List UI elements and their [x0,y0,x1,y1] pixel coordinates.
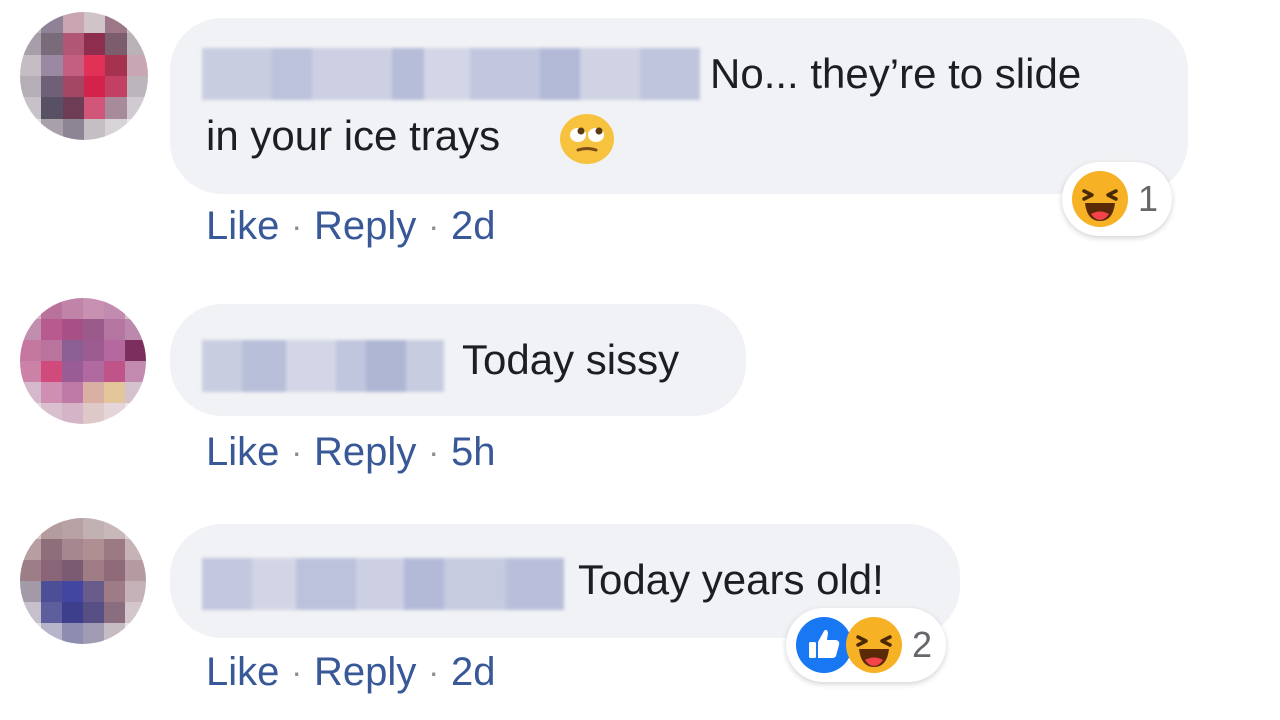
comment-actions: Like · Reply · 2d [206,204,495,249]
reply-link[interactable]: Reply [314,204,416,249]
comment-thread: No... they’re to slide in your ice trays [0,0,1280,720]
face-with-rolling-eyes-icon [560,114,614,164]
avatar[interactable] [20,518,146,644]
timestamp[interactable]: 2d [451,650,496,695]
author-name-redacted[interactable] [202,340,444,392]
separator: · [291,208,303,244]
separator: · [428,208,439,244]
comment-text: Today years old! [578,556,884,603]
comment-actions: Like · Reply · 2d [206,650,495,695]
timestamp[interactable]: 2d [451,204,496,249]
separator: · [428,654,439,690]
reaction-summary[interactable]: 1 [1062,162,1173,236]
author-name-redacted[interactable] [202,558,564,610]
comment-text: Today sissy [462,336,680,383]
separator: · [428,434,439,470]
avatar[interactable] [20,12,148,140]
timestamp[interactable]: 5h [451,430,496,475]
comment-bubble: No... they’re to slide in your ice trays [170,18,1188,194]
reaction-summary[interactable]: 2 [786,608,947,682]
haha-reaction-icon [1072,171,1128,227]
comment-bubble: Today sissy [170,304,746,416]
like-link[interactable]: Like [206,204,279,249]
reaction-count: 1 [1138,178,1159,219]
like-link[interactable]: Like [206,650,279,695]
separator: · [291,434,303,470]
comment-actions: Like · Reply · 5h [206,430,495,475]
reaction-count: 2 [912,624,933,665]
avatar[interactable] [20,298,146,424]
comment-text-line2: in your ice trays [206,106,500,166]
reply-link[interactable]: Reply [314,430,416,475]
comment-text-continued: in your ice trays [206,112,501,159]
reply-link[interactable]: Reply [314,650,416,695]
comment-text: No... they’re to slide [710,50,1082,97]
author-name-redacted[interactable] [202,48,700,100]
haha-reaction-icon [846,617,902,673]
like-link[interactable]: Like [206,430,279,475]
separator: · [291,654,303,690]
